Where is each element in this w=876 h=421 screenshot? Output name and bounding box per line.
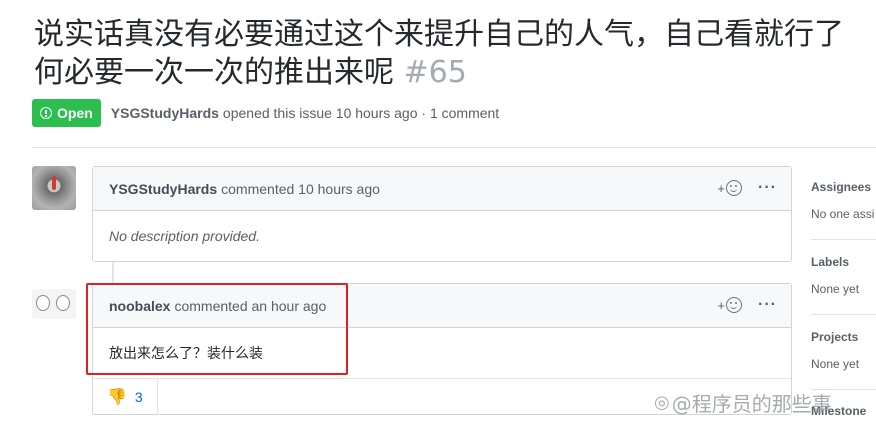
sidebar-divider bbox=[811, 239, 876, 240]
add-reaction-button[interactable]: + bbox=[717, 297, 743, 313]
comment-actions: + ··· bbox=[717, 296, 777, 314]
comment: YSGStudyHards commented 10 hours ago + ·… bbox=[92, 166, 792, 262]
comment-body: No description provided. bbox=[109, 228, 260, 244]
comment-header: YSGStudyHards commented 10 hours ago + ·… bbox=[93, 167, 791, 211]
reaction-count: 3 bbox=[134, 389, 143, 405]
issue-number: #65 bbox=[403, 55, 467, 90]
status-badge: Open bbox=[32, 99, 101, 127]
sidebar-assignees[interactable]: Assignees No one assi bbox=[811, 180, 876, 221]
issue-author-link[interactable]: YSGStudyHards bbox=[111, 105, 219, 121]
comment-actions: + ··· bbox=[717, 179, 777, 197]
sidebar-value: None yet bbox=[811, 282, 860, 296]
issue-meta-text: opened this issue 10 hours ago · 1 comme… bbox=[222, 105, 500, 121]
highlight-annotation bbox=[86, 283, 348, 375]
comment-author-link[interactable]: YSGStudyHards bbox=[109, 181, 217, 197]
issue-opened-icon bbox=[40, 107, 52, 119]
issue-sidebar: Assignees No one assi Labels None yet Pr… bbox=[811, 166, 876, 421]
timeline-connector bbox=[112, 262, 114, 283]
watermark: ◎ @程序员的那些事 bbox=[654, 388, 832, 417]
kebab-menu-icon[interactable]: ··· bbox=[758, 296, 777, 314]
weibo-logo-icon: ◎ bbox=[654, 392, 670, 413]
avatar-face-left bbox=[36, 295, 50, 311]
avatar-face-right bbox=[56, 295, 70, 311]
avatar[interactable] bbox=[32, 166, 76, 210]
sidebar-labels[interactable]: Labels None yet bbox=[811, 255, 876, 296]
comment-timestamp[interactable]: commented 10 hours ago bbox=[221, 181, 380, 197]
thumbs-down-reaction-button[interactable]: 👎 3 bbox=[93, 379, 158, 415]
sidebar-heading: Assignees bbox=[811, 180, 872, 194]
sidebar-value: None yet bbox=[811, 357, 860, 371]
issue-meta: Open YSGStudyHards opened this issue 10 … bbox=[32, 99, 499, 127]
plus-icon: + bbox=[717, 297, 726, 313]
sidebar-value: No one assi bbox=[811, 207, 875, 221]
issue-title: 说实话真没有必要通过这个来提升自己的人气，自己看就行了何必要一次一次的推出来呢 … bbox=[34, 16, 854, 92]
sidebar-projects[interactable]: Projects None yet bbox=[811, 330, 876, 371]
status-badge-label: Open bbox=[57, 105, 93, 121]
plus-icon: + bbox=[717, 180, 726, 196]
sidebar-divider bbox=[811, 314, 876, 315]
kebab-menu-icon[interactable]: ··· bbox=[758, 179, 777, 197]
watermark-text: @程序员的那些事 bbox=[671, 392, 832, 416]
smiley-icon bbox=[726, 180, 743, 196]
sidebar-heading: Labels bbox=[811, 255, 850, 269]
sidebar-heading: Projects bbox=[811, 330, 859, 344]
avatar[interactable] bbox=[32, 289, 76, 319]
thumbs-down-icon: 👎 bbox=[107, 389, 127, 406]
header-divider bbox=[32, 147, 876, 148]
smiley-icon bbox=[726, 297, 743, 313]
add-reaction-button[interactable]: + bbox=[717, 180, 743, 196]
